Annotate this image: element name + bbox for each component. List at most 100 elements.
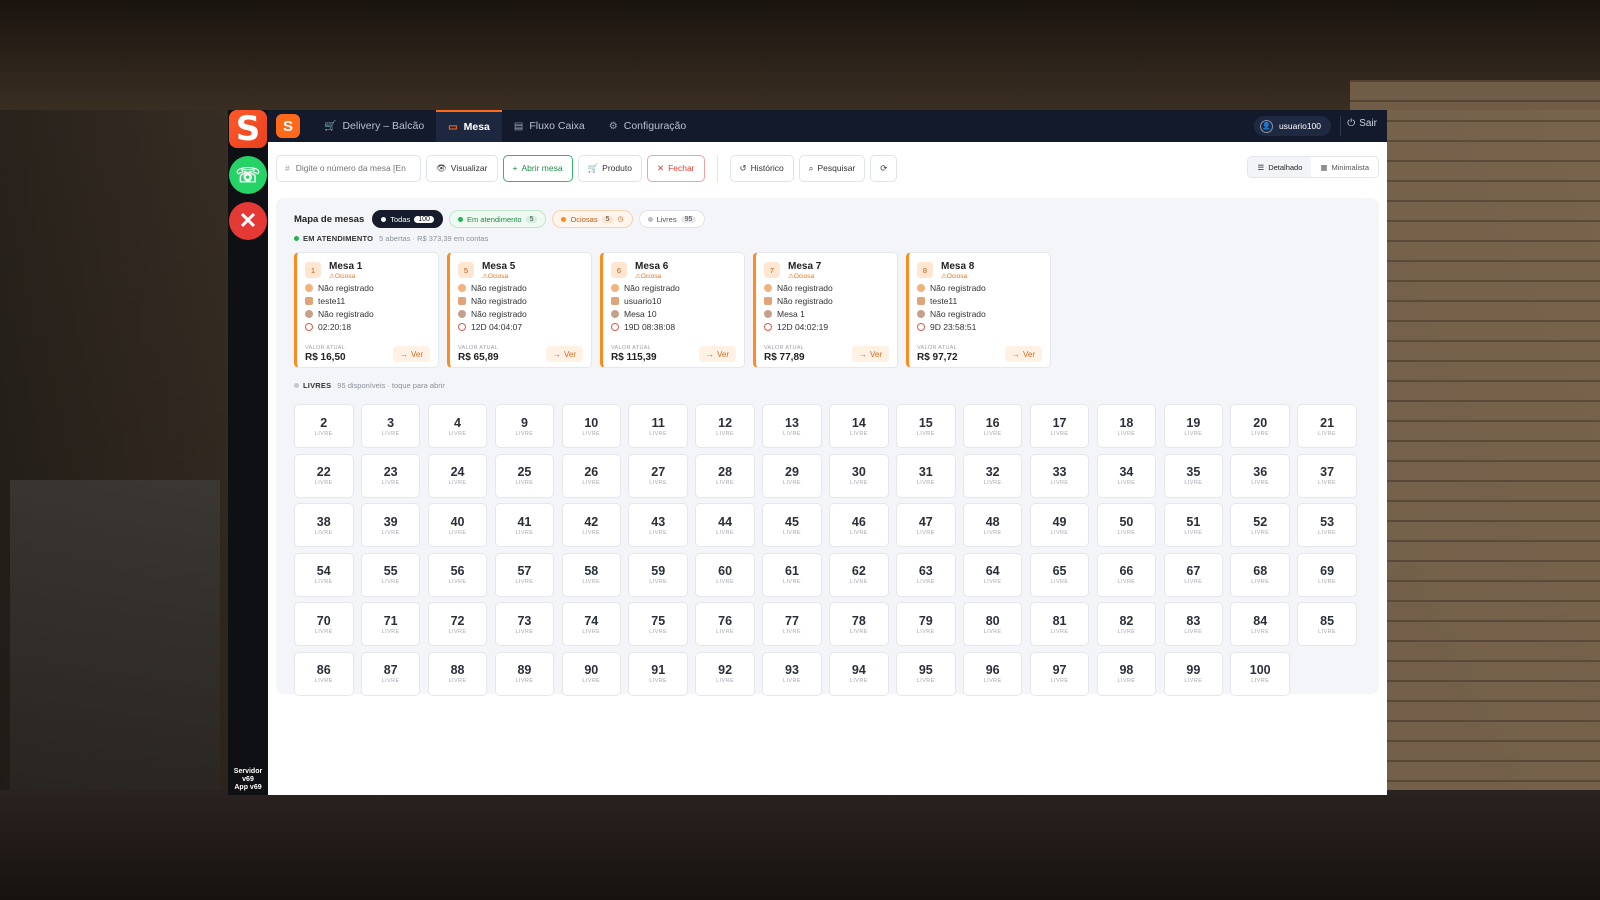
free-table-cell[interactable]: 80 LIVRE (962, 602, 1023, 647)
free-table-cell[interactable]: 97 LIVRE (1029, 651, 1090, 696)
free-table-cell[interactable]: 37 LIVRE (1297, 453, 1357, 498)
free-table-cell[interactable]: 16 LIVRE (962, 404, 1023, 448)
free-table-cell[interactable]: 36 LIVRE (1230, 453, 1290, 498)
free-table-cell[interactable]: 35 LIVRE (1163, 453, 1224, 498)
free-table-cell[interactable]: 27 LIVRE (628, 453, 688, 498)
free-table-cell[interactable]: 31 LIVRE (896, 453, 956, 498)
free-table-cell[interactable]: 32 LIVRE (962, 453, 1023, 498)
free-table-cell[interactable]: 3 LIVRE (360, 404, 421, 448)
free-table-cell[interactable]: 79 LIVRE (896, 602, 956, 647)
free-table-cell[interactable]: 10 LIVRE (561, 404, 622, 448)
free-table-cell[interactable]: 95 LIVRE (896, 651, 956, 696)
free-table-cell[interactable]: 86 LIVRE (294, 651, 354, 696)
free-table-cell[interactable]: 25 LIVRE (494, 453, 555, 498)
tab-delivery[interactable]: 🛒 Delivery – Balcão (312, 110, 436, 142)
free-table-cell[interactable]: 61 LIVRE (762, 552, 822, 597)
free-table-cell[interactable]: 65 LIVRE (1029, 552, 1090, 597)
free-table-cell[interactable]: 69 LIVRE (1297, 552, 1357, 597)
free-table-cell[interactable]: 67 LIVRE (1163, 552, 1224, 597)
free-table-cell[interactable]: 75 LIVRE (628, 602, 688, 647)
free-table-cell[interactable]: 55 LIVRE (360, 552, 421, 597)
free-table-cell[interactable]: 89 LIVRE (494, 651, 555, 696)
free-table-cell[interactable]: 93 LIVRE (762, 651, 822, 696)
free-table-cell[interactable]: 49 LIVRE (1029, 503, 1090, 548)
free-table-cell[interactable]: 20 LIVRE (1230, 404, 1290, 448)
free-table-cell[interactable]: 85 LIVRE (1297, 602, 1357, 647)
free-table-cell[interactable]: 62 LIVRE (829, 552, 889, 597)
free-table-cell[interactable]: 87 LIVRE (360, 651, 421, 696)
free-table-cell[interactable]: 99 LIVRE (1163, 651, 1224, 696)
ver-button[interactable]: → Ver (851, 346, 889, 362)
free-table-cell[interactable]: 43 LIVRE (628, 503, 688, 548)
free-table-cell[interactable]: 14 LIVRE (829, 404, 889, 448)
free-table-cell[interactable]: 33 LIVRE (1029, 453, 1090, 498)
open-table-card[interactable]: 1 Mesa 1 ⚠Ociosa Não registrado teste11 Não r… (294, 252, 439, 368)
free-table-cell[interactable]: 21 LIVRE (1297, 404, 1357, 448)
filter-todas[interactable]: Todas 100 (372, 210, 443, 228)
view-detalhado-button[interactable]: ☰ Detalhado (1248, 157, 1312, 177)
tab-fluxo-caixa[interactable]: ▤ Fluxo Caixa (502, 110, 597, 142)
free-table-cell[interactable]: 18 LIVRE (1096, 404, 1157, 448)
free-table-cell[interactable]: 94 LIVRE (829, 651, 889, 696)
open-table-card[interactable]: 5 Mesa 5 ⚠Ociosa Não registrado Não registra… (447, 252, 592, 368)
fechar-button[interactable]: ✕ Fechar (646, 154, 705, 182)
free-table-cell[interactable]: 52 LIVRE (1230, 503, 1290, 548)
view-minimalista-button[interactable]: ▦ Minimalista (1311, 157, 1378, 177)
ver-button[interactable]: → Ver (1004, 346, 1042, 362)
free-table-cell[interactable]: 45 LIVRE (762, 503, 822, 548)
free-table-cell[interactable]: 12 LIVRE (695, 404, 755, 448)
free-table-cell[interactable]: 38 LIVRE (294, 503, 354, 548)
free-table-cell[interactable]: 88 LIVRE (427, 651, 488, 696)
free-table-cell[interactable]: 73 LIVRE (494, 602, 555, 647)
free-table-cell[interactable]: 57 LIVRE (494, 552, 555, 597)
ver-button[interactable]: → Ver (392, 346, 430, 362)
produto-button[interactable]: 🛒 Produto (577, 154, 642, 182)
free-table-cell[interactable]: 58 LIVRE (561, 552, 622, 597)
close-icon[interactable]: ✕ (229, 202, 267, 240)
refresh-button[interactable]: ⟳ (870, 154, 898, 182)
open-table-card[interactable]: 7 Mesa 7 ⚠Ociosa Não registrado Não registra… (753, 252, 898, 368)
free-table-cell[interactable]: 72 LIVRE (427, 602, 488, 647)
historico-button[interactable]: ↺ Histórico (729, 154, 794, 182)
free-table-cell[interactable]: 98 LIVRE (1096, 651, 1157, 696)
free-table-cell[interactable]: 70 LIVRE (294, 602, 354, 647)
free-table-cell[interactable]: 24 LIVRE (427, 453, 488, 498)
whatsapp-icon[interactable]: ☏ (229, 156, 267, 194)
free-table-cell[interactable]: 13 LIVRE (762, 404, 822, 448)
free-table-cell[interactable]: 47 LIVRE (896, 503, 956, 548)
open-table-card[interactable]: 8 Mesa 8 ⚠Ociosa Não registrado teste11 Não r… (906, 252, 1051, 368)
pesquisar-button[interactable]: ⌕ Pesquisar (798, 154, 866, 182)
free-table-cell[interactable]: 30 LIVRE (829, 453, 889, 498)
filter-em-atendimento[interactable]: Em atendimento 5 (448, 210, 547, 228)
free-table-cell[interactable]: 77 LIVRE (762, 602, 822, 647)
abrir-mesa-button[interactable]: + Abrir mesa (502, 154, 573, 182)
free-table-cell[interactable]: 100 LIVRE (1230, 651, 1290, 696)
tab-configuracao[interactable]: ⚙ Configuração (597, 110, 698, 142)
ver-button[interactable]: → Ver (698, 346, 736, 362)
free-table-cell[interactable]: 41 LIVRE (494, 503, 555, 548)
ver-button[interactable]: → Ver (545, 346, 583, 362)
free-table-cell[interactable]: 83 LIVRE (1163, 602, 1224, 647)
free-table-cell[interactable]: 40 LIVRE (427, 503, 488, 548)
free-table-cell[interactable]: 11 LIVRE (628, 404, 688, 448)
free-table-cell[interactable]: 9 LIVRE (494, 404, 555, 448)
free-table-cell[interactable]: 54 LIVRE (294, 552, 354, 597)
free-table-cell[interactable]: 34 LIVRE (1096, 453, 1157, 498)
free-table-cell[interactable]: 66 LIVRE (1096, 552, 1157, 597)
filter-livres[interactable]: Livres 95 (638, 210, 706, 228)
free-table-cell[interactable]: 28 LIVRE (695, 453, 755, 498)
free-table-cell[interactable]: 22 LIVRE (294, 453, 354, 498)
visualizar-button[interactable]: 👁 Visualizar (426, 154, 498, 182)
open-table-card[interactable]: 6 Mesa 6 ⚠Ociosa Não registrado usuario10 Mes… (600, 252, 745, 368)
free-table-cell[interactable]: 48 LIVRE (962, 503, 1023, 548)
free-table-cell[interactable]: 56 LIVRE (427, 552, 488, 597)
free-table-cell[interactable]: 4 LIVRE (427, 404, 488, 448)
tab-mesa[interactable]: ▭ Mesa (436, 110, 502, 142)
free-table-cell[interactable]: 82 LIVRE (1096, 602, 1157, 647)
free-table-cell[interactable]: 51 LIVRE (1163, 503, 1224, 548)
free-table-cell[interactable]: 39 LIVRE (360, 503, 421, 548)
logout-button[interactable]: ⏻ Sair (1347, 118, 1377, 129)
free-table-cell[interactable]: 71 LIVRE (360, 602, 421, 647)
free-table-cell[interactable]: 90 LIVRE (561, 651, 622, 696)
free-table-cell[interactable]: 29 LIVRE (762, 453, 822, 498)
